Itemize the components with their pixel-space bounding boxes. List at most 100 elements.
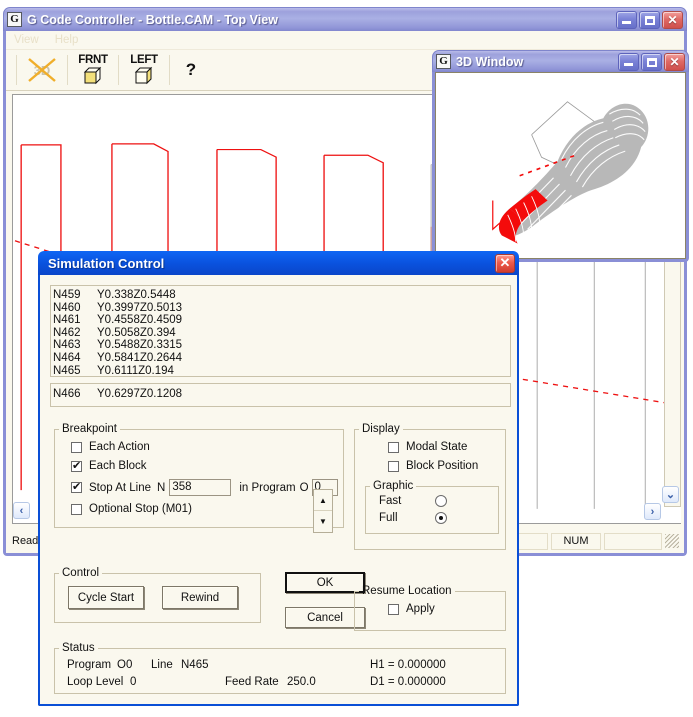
- main-window-title: G Code Controller - Bottle.CAM - Top Vie…: [27, 12, 278, 27]
- app-g-icon: G: [7, 12, 22, 27]
- gcode-line-text: Y0.338Z0.5448: [97, 289, 176, 301]
- current-block-text: Y0.6297Z0.1208: [97, 388, 183, 400]
- rewind-button[interactable]: Rewind: [162, 586, 238, 609]
- 3d-window-titlebar[interactable]: G 3D Window ✕: [432, 50, 689, 72]
- minimize-button[interactable]: [616, 10, 637, 29]
- 3d-window-title: 3D Window: [456, 54, 524, 69]
- radio-full-row[interactable]: Full: [379, 512, 498, 524]
- status-group: Status Program O0 Line N465 H1 = 0.00000…: [54, 642, 506, 694]
- graphic-legend: Graphic: [373, 480, 414, 492]
- checkbox-each-action[interactable]: [71, 441, 82, 453]
- gcode-listing[interactable]: N459 Y0.338Z0.5448 N460 Y0.3997Z0.5013 N46…: [50, 285, 511, 377]
- app-g-icon: G: [436, 54, 451, 69]
- close-icon: ✕: [667, 12, 678, 27]
- checkbox-block-position-row[interactable]: Block Position: [388, 460, 505, 472]
- checkbox-optional-stop[interactable]: [71, 503, 82, 515]
- scroll-down-button[interactable]: ⌄: [662, 486, 679, 503]
- display-legend: Display: [362, 423, 400, 435]
- checkbox-apply-row[interactable]: Apply: [388, 603, 505, 615]
- list-item[interactable]: N460 Y0.3997Z0.5013: [53, 302, 510, 315]
- spinner-down-icon[interactable]: ▼: [314, 511, 332, 532]
- toolbar-separator: [118, 55, 119, 85]
- toolbar-separator: [67, 55, 68, 85]
- gcode-line-text: Y0.3997Z0.5013: [97, 301, 183, 314]
- breakpoint-legend: Breakpoint: [62, 423, 117, 435]
- status-loop-value: 0: [130, 676, 137, 688]
- menu-item-help[interactable]: Help: [55, 34, 79, 46]
- dialog-close-button[interactable]: ✕: [495, 253, 515, 273]
- radio-graphic-fast[interactable]: [435, 495, 447, 507]
- 3d-preview-canvas[interactable]: [435, 72, 686, 259]
- spinner-up-icon[interactable]: ▲: [314, 490, 332, 511]
- cycle-start-button[interactable]: Cycle Start: [68, 586, 144, 609]
- status-feed-value: 250.0: [287, 676, 316, 688]
- toolbar-button-front[interactable]: FRNT: [72, 52, 114, 88]
- gcode-line-number: N460: [53, 301, 81, 314]
- status-loop-label: Loop Level: [67, 676, 124, 688]
- label-o-prefix: O: [299, 481, 309, 494]
- label-block-position: Block Position: [406, 460, 479, 472]
- status-h1-value: H1 = 0.000000: [370, 659, 446, 671]
- cancel-button[interactable]: Cancel: [285, 607, 365, 628]
- toolbar-separator: [16, 55, 17, 85]
- checkbox-each-block[interactable]: [71, 459, 82, 472]
- close-button[interactable]: ✕: [662, 10, 683, 29]
- status-line-value: N465: [181, 659, 209, 671]
- list-item[interactable]: N465 Y0.6111Z0.194: [53, 364, 510, 377]
- gcode-line-number: N459: [53, 289, 81, 301]
- gcode-line-text: Y0.5058Z0.394: [97, 326, 176, 339]
- stop-at-line-row[interactable]: Stop At Line N 358 in Program O 0: [71, 479, 343, 496]
- radio-fast-row[interactable]: Fast: [379, 495, 498, 507]
- checkbox-optional-stop-row[interactable]: Optional Stop (M01): [71, 503, 343, 515]
- resize-grip-icon[interactable]: [665, 534, 679, 548]
- list-item[interactable]: N463 Y0.5488Z0.3315: [53, 339, 510, 352]
- gcode-line-number: N465: [53, 364, 81, 377]
- cube-front-icon: [83, 66, 102, 85]
- status-num-indicator: NUM: [551, 532, 601, 550]
- label-stop-at-line: Stop At Line: [89, 481, 152, 494]
- main-window-titlebar[interactable]: G G Code Controller - Bottle.CAM - Top V…: [3, 7, 687, 31]
- toolbar-button-help[interactable]: ?: [174, 52, 208, 88]
- status-d1-value: D1 = 0.000000: [370, 676, 446, 688]
- gcode-line-number: N463: [53, 339, 81, 352]
- scroll-right-button[interactable]: ›: [644, 503, 661, 520]
- checkbox-modal-state[interactable]: [388, 441, 399, 453]
- menu-item-view[interactable]: View: [14, 34, 39, 46]
- maximize-button[interactable]: [639, 10, 660, 29]
- radio-graphic-full[interactable]: [435, 512, 447, 524]
- list-item[interactable]: N459 Y0.338Z0.5448: [53, 289, 510, 302]
- minimize-icon: [622, 20, 631, 24]
- view-3d-disabled-icon: 3D: [28, 58, 56, 82]
- ok-button[interactable]: OK: [285, 572, 365, 593]
- simulation-control-dialog: Simulation Control ✕ N459 Y0.338Z0.5448 N…: [38, 251, 519, 706]
- close-icon: ✕: [669, 54, 680, 69]
- gcode-line-text: Y0.5488Z0.3315: [97, 339, 183, 352]
- toolbar-button-left[interactable]: LEFT: [123, 52, 165, 88]
- list-item[interactable]: N464 Y0.5841Z0.2644: [53, 352, 510, 365]
- toolbar-button-3d[interactable]: 3D: [21, 52, 63, 88]
- close-button[interactable]: ✕: [664, 52, 685, 71]
- checkbox-modal-state-row[interactable]: Modal State: [388, 441, 505, 453]
- close-icon: ✕: [499, 255, 511, 270]
- gcode-line-number: N461: [53, 314, 81, 327]
- checkbox-each-action-row[interactable]: Each Action: [71, 441, 343, 453]
- dialog-titlebar[interactable]: Simulation Control ✕: [38, 251, 519, 275]
- gcode-line-number: N462: [53, 326, 81, 339]
- checkbox-block-position[interactable]: [388, 460, 399, 472]
- status-program-value: O0: [117, 659, 133, 671]
- menu-bar: View Help: [6, 31, 684, 50]
- list-item[interactable]: N462 Y0.5058Z0.394: [53, 327, 510, 340]
- list-item[interactable]: N461 Y0.4558Z0.4509: [53, 314, 510, 327]
- scroll-left-button[interactable]: ‹: [13, 502, 30, 519]
- minimize-button[interactable]: [618, 52, 639, 71]
- maximize-button[interactable]: [641, 52, 662, 71]
- current-block-field: N466 Y0.6297Z0.1208: [50, 383, 511, 407]
- label-modal-state: Modal State: [406, 441, 468, 453]
- line-spinner[interactable]: ▲ ▼: [313, 489, 333, 533]
- checkbox-apply[interactable]: [388, 603, 399, 615]
- label-apply: Apply: [406, 603, 435, 615]
- current-block-number: N466: [53, 388, 81, 400]
- checkbox-each-block-row[interactable]: Each Block: [71, 459, 343, 472]
- checkbox-stop-at-line[interactable]: [71, 480, 82, 493]
- stop-at-line-input[interactable]: 358: [169, 479, 232, 496]
